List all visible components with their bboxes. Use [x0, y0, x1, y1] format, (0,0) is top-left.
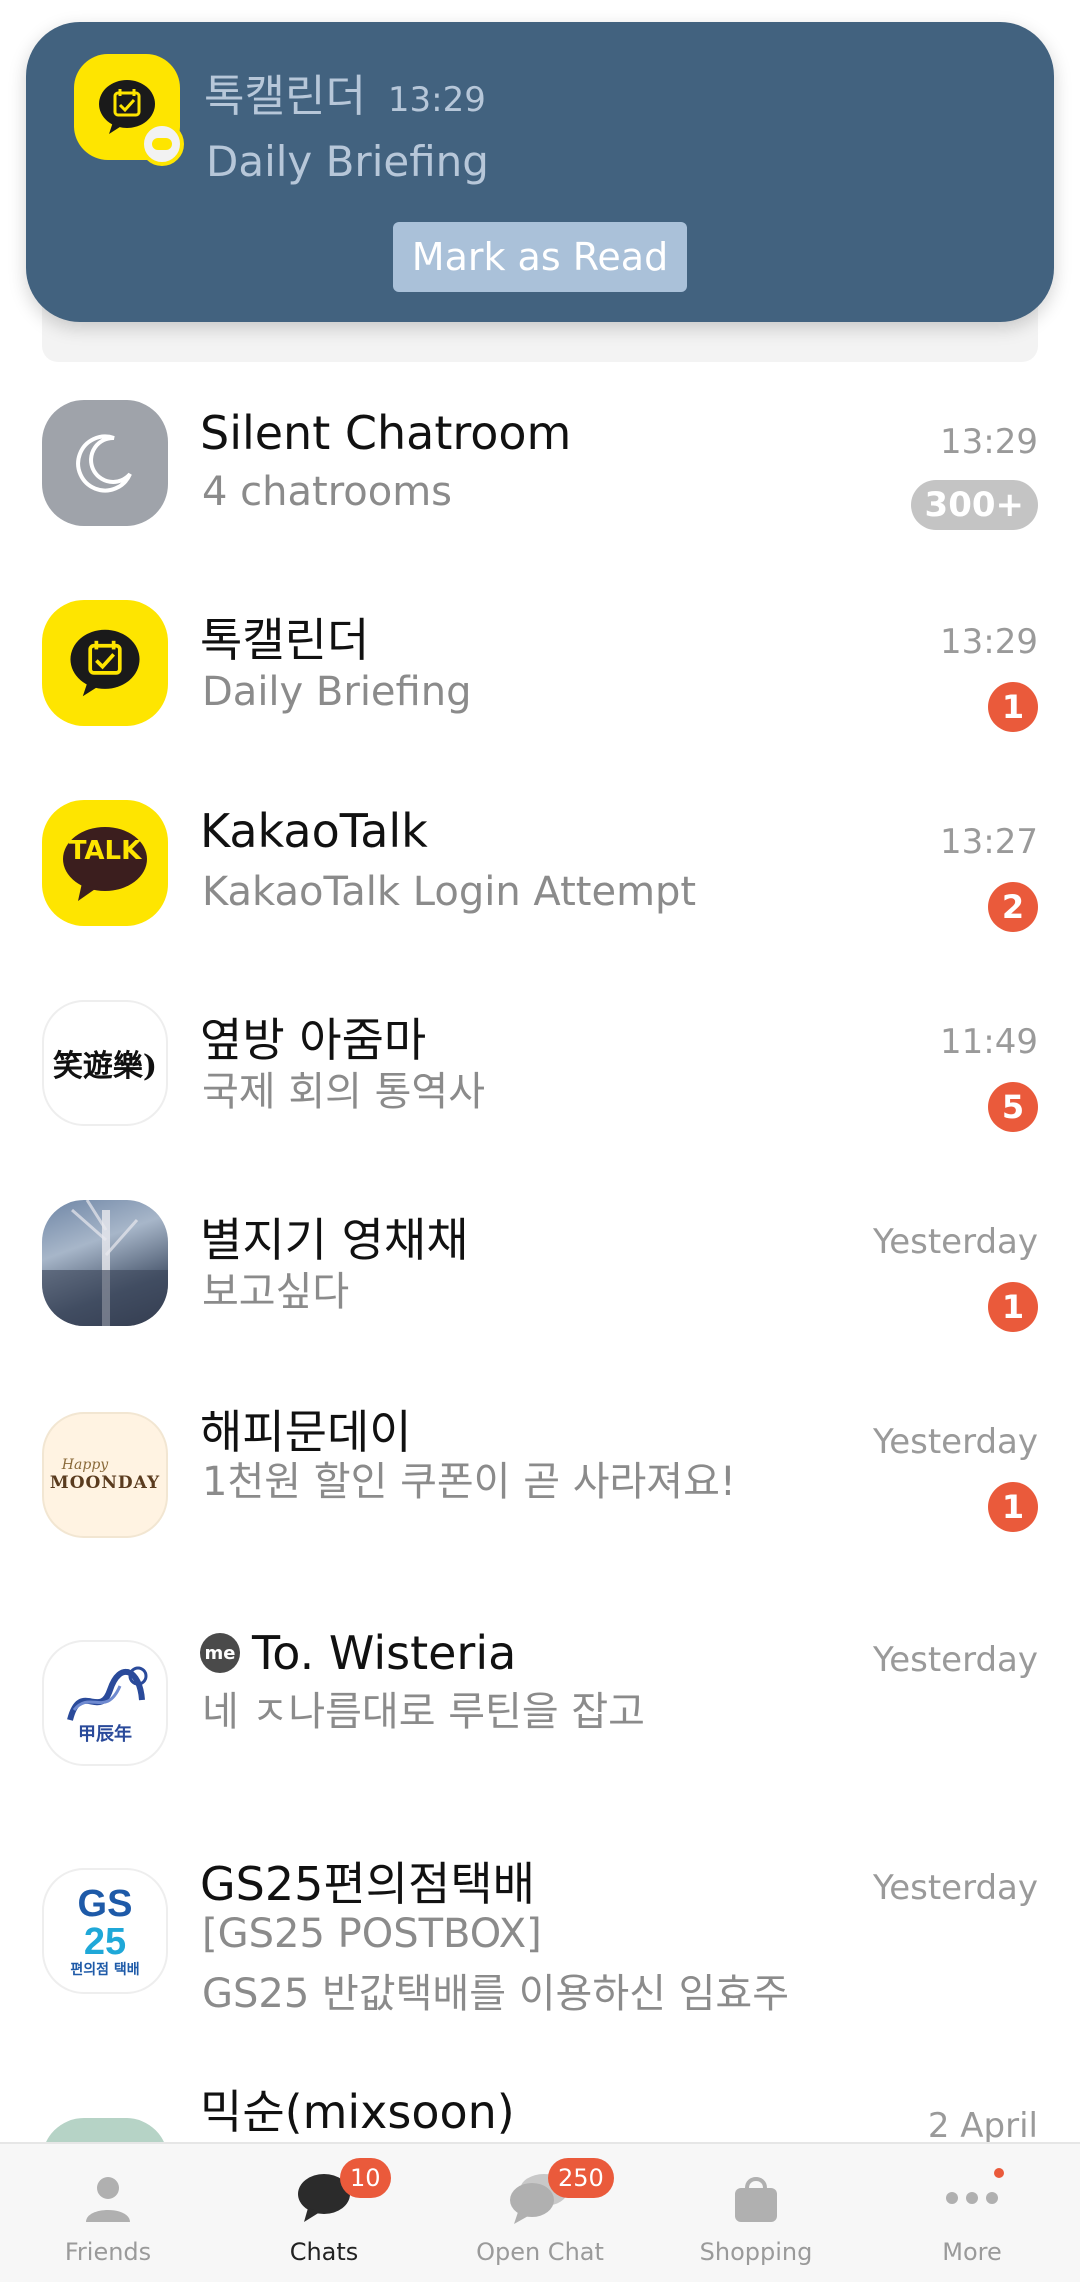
chat-row-happy-moonday[interactable]: Happy MOONDAY 해피문데이 1천원 할인 쿠폰이 곧 사라져요! Y… [0, 1400, 1080, 1580]
calendar-check-icon [70, 629, 140, 697]
photo-avatar [42, 1200, 168, 1326]
chat-time: Yesterday [872, 1640, 1038, 1680]
new-indicator-dot [994, 2168, 1004, 2178]
unread-badge: 2 [988, 882, 1038, 932]
chat-name: Silent Chatroom [200, 406, 572, 460]
chat-name: 믹순(mixsoon) [200, 2085, 515, 2139]
avatar: 笑遊樂) [42, 1000, 168, 1126]
unread-badge: 1 [988, 682, 1038, 732]
chat-preview: [GS25 POSTBOX] [202, 1911, 542, 1957]
more-dots-icon [946, 2192, 998, 2204]
talk-logo-text: TALK [68, 836, 142, 866]
unread-badge: 1 [988, 1482, 1038, 1532]
tab-chats[interactable]: Chats 10 [216, 2144, 432, 2282]
chat-name: 옆방 아줌마 [200, 1013, 427, 1067]
talk-badge-icon [140, 122, 184, 166]
chat-row-gs25[interactable]: GS 25 편의점 택배 GS25편의점택배 [GS25 POSTBOX] GS… [0, 1856, 1080, 2076]
chat-preview: 4 chatrooms [202, 469, 453, 515]
chat-row-silent-chatroom[interactable]: Silent Chatroom 4 chatrooms 13:29 300+ [0, 400, 1080, 580]
chat-time: 13:29 [940, 622, 1038, 662]
notification-banner[interactable]: 톡캘린더 13:29 Daily Briefing Mark as Read [26, 22, 1054, 322]
chat-time: 13:27 [940, 822, 1038, 862]
avatar-text: MOONDAY [49, 1473, 161, 1493]
chat-row-neighbor[interactable]: 笑遊樂) 옆방 아줌마 국제 회의 통역사 11:49 5 [0, 1000, 1080, 1180]
tab-friends[interactable]: Friends [0, 2144, 216, 2282]
tab-shopping[interactable]: Shopping [648, 2144, 864, 2282]
avatar-script-text: Happy [61, 1457, 109, 1473]
notification-body: Daily Briefing [206, 137, 489, 186]
chat-name: 별지기 영채채 [200, 1213, 469, 1267]
chat-row-byeoljigi[interactable]: 별지기 영채채 보고싶다 Yesterday 1 [0, 1200, 1080, 1380]
chat-time: 13:29 [940, 422, 1038, 462]
chat-row-to-wisteria[interactable]: 甲辰年 me To. Wisteria 네 ㅈ나름대로 루틴을 잡고 Yeste… [0, 1626, 1080, 1808]
avatar: TALK [42, 800, 168, 926]
tab-label: Chats [289, 2238, 359, 2266]
tab-badge: 250 [548, 2158, 614, 2198]
tab-label: Shopping [699, 2238, 813, 2266]
unread-badge: 5 [988, 1082, 1038, 1132]
mark-as-read-button[interactable]: Mark as Read [393, 222, 687, 292]
avatar: GS 25 편의점 택배 [42, 1868, 168, 1994]
tab-badge: 10 [340, 2158, 391, 2198]
chat-time: 11:49 [940, 1022, 1038, 1062]
moon-icon [76, 434, 132, 493]
notification-time: 13:29 [387, 80, 486, 120]
chat-preview: Daily Briefing [202, 669, 472, 715]
chat-preview: 국제 회의 통역사 [202, 1069, 486, 1115]
avatar [42, 400, 168, 526]
chat-time: Yesterday [872, 1422, 1038, 1462]
avatar-logo-gs: GS [77, 1883, 133, 1925]
avatar-text: 甲辰年 [78, 1724, 132, 1745]
chat-name: To. Wisteria [252, 1626, 517, 1680]
person-icon [86, 2177, 130, 2222]
chat-time: Yesterday [872, 1868, 1038, 1908]
chat-name: KakaoTalk [200, 804, 428, 858]
avatar-text: 笑遊樂) [52, 1049, 158, 1084]
tab-more[interactable]: More [864, 2144, 1080, 2282]
tab-open-chat[interactable]: Open Chat 250 [432, 2144, 648, 2282]
shopping-bag-icon [735, 2177, 777, 2222]
chat-preview: 보고싶다 [202, 1269, 350, 1315]
unread-badge: 1 [988, 1282, 1038, 1332]
chat-preview-line2: GS25 반값택배를 이용하신 임효주 [202, 1971, 790, 2017]
photo-tree-icon [42, 1200, 168, 1326]
unread-badge: 300+ [910, 480, 1038, 530]
chat-time: 2 April [927, 2106, 1038, 2142]
avatar [42, 600, 168, 726]
avatar-logo-sub: 편의점 택배 [70, 1962, 140, 1978]
notification-app-name: 톡캘린더 [204, 71, 366, 122]
chat-row-talk-calendar[interactable]: 톡캘린더 Daily Briefing 13:29 1 [0, 600, 1080, 780]
me-badge: me [200, 1633, 240, 1673]
avatar [42, 2118, 168, 2142]
bottom-tab-bar: Friends Chats 10 Open Chat 250 Shopping … [0, 2142, 1080, 2282]
chat-name: 톡캘린더 [200, 613, 370, 667]
avatar-logo-25: 25 [83, 1921, 127, 1963]
chat-row-kakaotalk[interactable]: TALK KakaoTalk KakaoTalk Login Attempt 1… [0, 800, 1080, 980]
avatar: Happy MOONDAY [42, 1412, 168, 1538]
tab-label: Friends [64, 2238, 152, 2266]
avatar: 甲辰年 [42, 1640, 168, 1766]
chat-row-mixsoon[interactable]: 믹순(mixsoon) 2 April [0, 2082, 1080, 2142]
chat-preview: 1천원 할인 쿠폰이 곧 사라져요! [202, 1459, 736, 1505]
talk-calendar-app-icon [74, 54, 184, 166]
tab-label: Open Chat [476, 2238, 604, 2266]
chat-preview: KakaoTalk Login Attempt [202, 869, 697, 915]
chat-time: Yesterday [872, 1222, 1038, 1262]
tab-label: More [942, 2238, 1002, 2266]
chat-preview: 네 ㅈ나름대로 루틴을 잡고 [202, 1689, 645, 1735]
